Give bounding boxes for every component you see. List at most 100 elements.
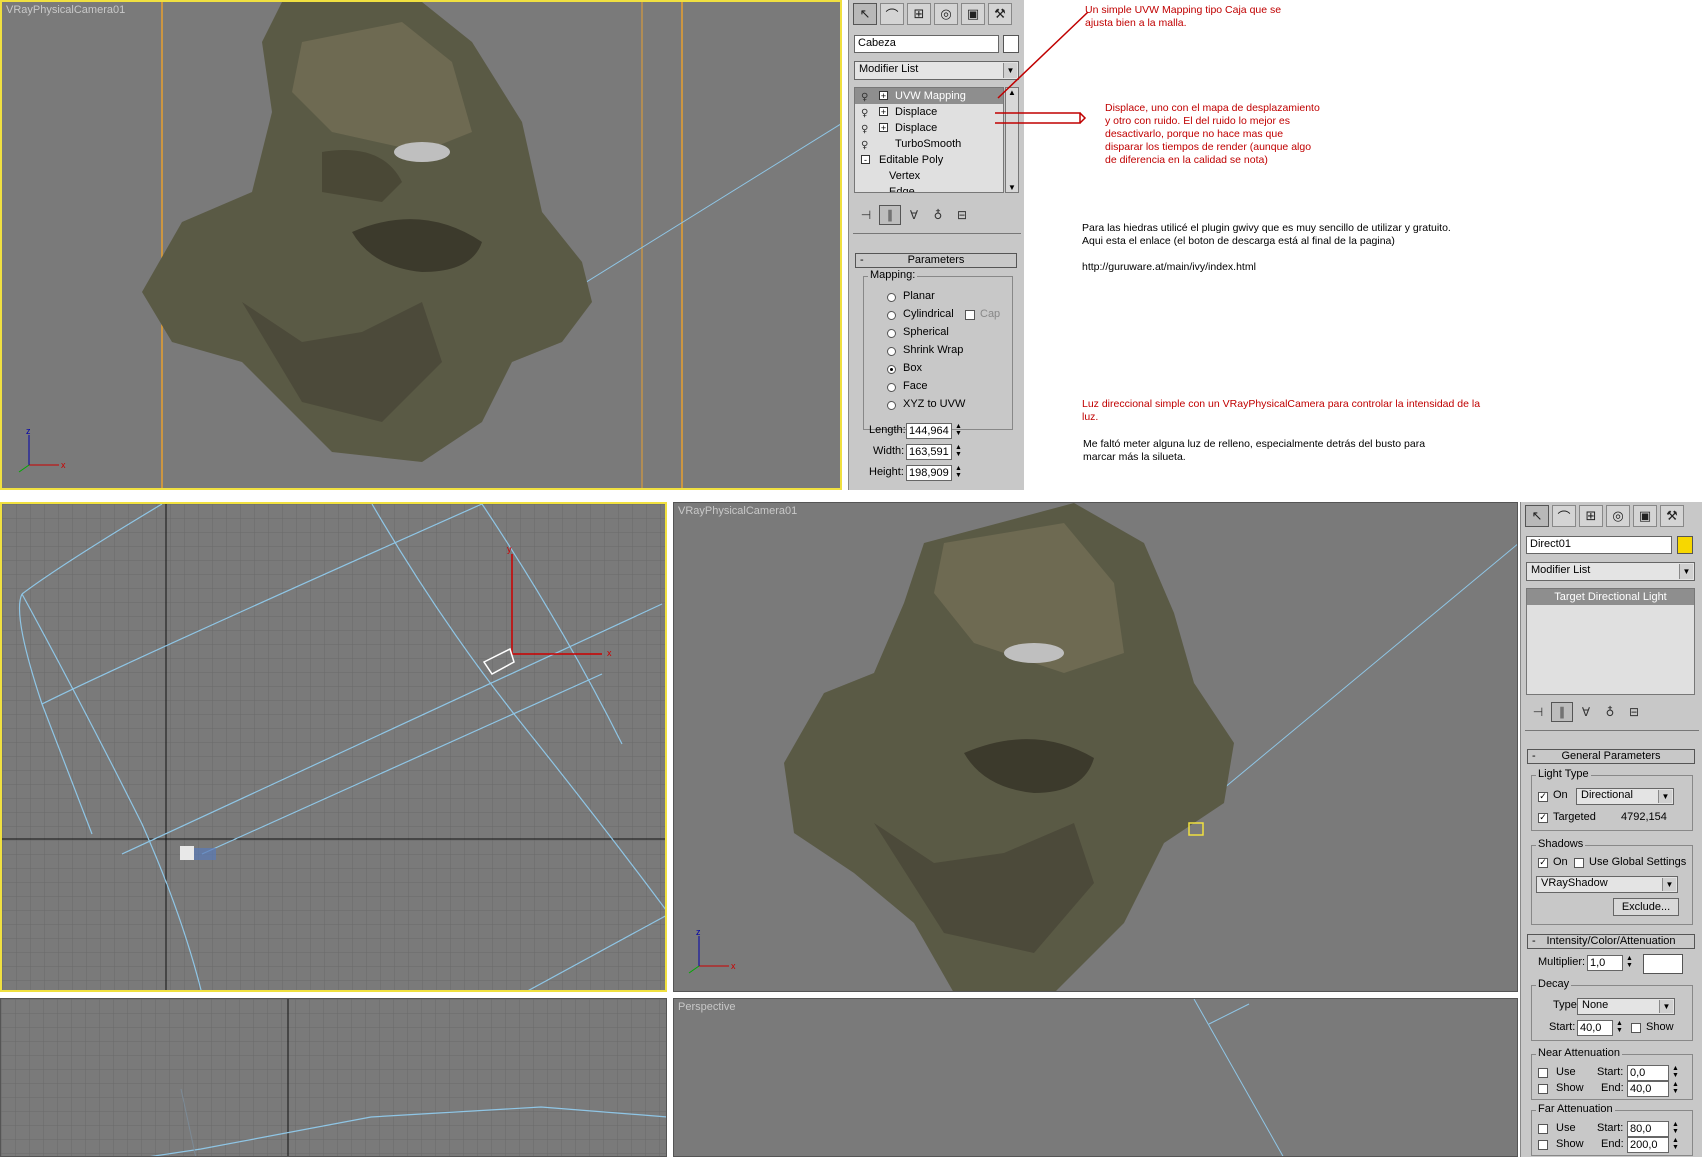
light-type-dropdown[interactable]: Directional ▼ (1576, 788, 1674, 805)
ivy-link[interactable]: http://guruware.at/main/ivy/index.html (1082, 261, 1451, 274)
perspective-viewport[interactable]: Perspective (673, 998, 1518, 1157)
stack-item-edge[interactable]: Edge (855, 184, 1003, 192)
near-end-spinner[interactable]: 40,0 (1627, 1081, 1669, 1097)
light-on-checkbox[interactable]: ✓ (1538, 792, 1548, 802)
remove-modifier-icon[interactable]: ♁ (927, 205, 949, 225)
height-spinner[interactable]: 198,909 (906, 465, 952, 481)
far-show-checkbox[interactable] (1538, 1140, 1548, 1150)
spinner-arrows-icon[interactable]: ▲ ▼ (1615, 1020, 1624, 1036)
height-label: Height: (869, 466, 904, 478)
light-color-swatch[interactable] (1643, 954, 1683, 974)
modify-tab-icon[interactable]: ⌒ (1552, 505, 1576, 527)
spinner-arrows-icon[interactable]: ▲ ▼ (1671, 1065, 1680, 1081)
display-tab-icon[interactable]: ▣ (961, 3, 985, 25)
exclude-button[interactable]: Exclude... (1613, 898, 1679, 916)
stack-item-editable-poly[interactable]: - Editable Poly (855, 152, 1003, 168)
motion-tab-icon[interactable]: ◎ (1606, 505, 1630, 527)
expand-icon[interactable]: + (879, 107, 888, 117)
decay-start-label: Start: (1549, 1021, 1576, 1033)
display-tab-icon[interactable]: ▣ (1633, 505, 1657, 527)
modifier-stack[interactable]: Target Directional Light (1526, 588, 1695, 695)
make-unique-icon[interactable]: ∀ (903, 205, 925, 225)
radio-label: Box (903, 362, 922, 374)
radio-cylindrical[interactable] (887, 311, 896, 320)
front-ortho-viewport[interactable] (0, 998, 667, 1157)
object-name-field[interactable]: Cabeza (854, 35, 999, 53)
decay-show-checkbox[interactable] (1631, 1023, 1641, 1033)
decay-type-dropdown[interactable]: None ▼ (1577, 998, 1675, 1015)
utilities-tab-icon[interactable]: ⚒ (1660, 505, 1684, 527)
stack-item-displace-1[interactable]: ♀ + Displace (855, 104, 1003, 120)
motion-tab-icon[interactable]: ◎ (934, 3, 958, 25)
radio-spherical[interactable] (887, 329, 896, 338)
width-spinner[interactable]: 163,591 (906, 444, 952, 460)
stack-item-uvw-mapping[interactable]: ♀ + UVW Mapping (855, 88, 1003, 104)
near-start-spinner[interactable]: 0,0 (1627, 1065, 1669, 1081)
modifier-list-dropdown[interactable]: Modifier List ▼ (1526, 562, 1695, 581)
near-end-label: End: (1601, 1082, 1624, 1094)
pin-stack-icon[interactable]: ⊣ (1527, 702, 1549, 722)
near-use-checkbox[interactable] (1538, 1068, 1548, 1078)
radio-planar[interactable] (887, 293, 896, 302)
length-spinner[interactable]: 144,964 (906, 423, 952, 439)
collapse-icon[interactable]: - (861, 155, 870, 165)
create-tab-icon[interactable]: ↖ (853, 3, 877, 25)
stack-item-displace-2[interactable]: ♀ + Displace (855, 120, 1003, 136)
scroll-down-icon[interactable]: ▼ (1006, 183, 1018, 192)
use-global-settings-checkbox[interactable] (1574, 858, 1584, 868)
radio-box[interactable] (887, 365, 896, 374)
multiplier-spinner[interactable]: 1,0 (1587, 955, 1623, 971)
make-unique-icon[interactable]: ∀ (1575, 702, 1597, 722)
hierarchy-tab-icon[interactable]: ⊞ (907, 3, 931, 25)
spinner-arrows-icon[interactable]: ▲ ▼ (1671, 1081, 1680, 1097)
camera-viewport-bottom[interactable]: VRayPhysicalCamera01 x z (673, 502, 1518, 992)
collapse-icon: - (1532, 935, 1536, 947)
parameters-rollout-header[interactable]: - Parameters (855, 253, 1017, 268)
far-end-label: End: (1601, 1138, 1624, 1150)
expand-icon[interactable]: + (879, 91, 888, 101)
spinner-arrows-icon[interactable]: ▲ ▼ (1671, 1137, 1680, 1153)
create-tab-icon[interactable]: ↖ (1525, 505, 1549, 527)
spinner-arrows-icon[interactable]: ▲ ▼ (954, 444, 963, 460)
grid-view (1, 999, 666, 1156)
grid-view: x y (2, 504, 665, 990)
far-end-spinner[interactable]: 200,0 (1627, 1137, 1669, 1153)
far-use-checkbox[interactable] (1538, 1124, 1548, 1134)
spinner-arrows-icon[interactable]: ▲ ▼ (954, 423, 963, 439)
expand-icon[interactable]: + (879, 123, 888, 133)
decay-start-spinner[interactable]: 40,0 (1577, 1020, 1613, 1036)
top-ortho-viewport[interactable]: x y (0, 502, 667, 992)
stack-item-target-directional-light[interactable]: Target Directional Light (1527, 589, 1694, 605)
radio-face[interactable] (887, 383, 896, 392)
configure-modifier-sets-icon[interactable]: ⊟ (951, 205, 973, 225)
radio-xyz-to-uvw[interactable] (887, 401, 896, 410)
configure-modifier-sets-icon[interactable]: ⊟ (1623, 702, 1645, 722)
spinner-arrows-icon[interactable]: ▲ ▼ (1671, 1121, 1680, 1137)
axis-gizmo-icon: x z (18, 427, 66, 473)
object-color-swatch[interactable] (1677, 536, 1693, 554)
far-start-spinner[interactable]: 80,0 (1627, 1121, 1669, 1137)
stack-item-vertex[interactable]: Vertex (855, 168, 1003, 184)
radio-shrink-wrap[interactable] (887, 347, 896, 356)
modifier-stack[interactable]: ♀ + UVW Mapping ♀ + Displace ♀ + Displace ♀ Tur… (854, 87, 1004, 193)
hierarchy-tab-icon[interactable]: ⊞ (1579, 505, 1603, 527)
top-camera-viewport[interactable]: VRayPhysicalCamera01 x z (0, 0, 842, 490)
show-end-result-icon[interactable]: ∥ (879, 205, 901, 225)
shadow-type-dropdown[interactable]: VRayShadow ▼ (1536, 876, 1678, 893)
general-parameters-header[interactable]: - General Parameters (1527, 749, 1695, 764)
pin-stack-icon[interactable]: ⊣ (855, 205, 877, 225)
stack-item-turbosmooth[interactable]: ♀ TurboSmooth (855, 136, 1003, 152)
show-end-result-icon[interactable]: ∥ (1551, 702, 1573, 722)
targeted-checkbox[interactable]: ✓ (1538, 813, 1548, 823)
near-show-checkbox[interactable] (1538, 1084, 1548, 1094)
shadow-on-checkbox[interactable]: ✓ (1538, 858, 1548, 868)
spinner-arrows-icon[interactable]: ▲ ▼ (1625, 955, 1634, 971)
intensity-rollout-header[interactable]: - Intensity/Color/Attenuation (1527, 934, 1695, 949)
spinner-arrows-icon[interactable]: ▲ ▼ (954, 465, 963, 481)
remove-modifier-icon[interactable]: ♁ (1599, 702, 1621, 722)
cap-checkbox[interactable] (965, 310, 975, 320)
object-name-field[interactable]: Direct01 (1526, 536, 1672, 554)
checkbox-label: Use (1556, 1066, 1576, 1078)
modify-tab-icon[interactable]: ⌒ (880, 3, 904, 25)
